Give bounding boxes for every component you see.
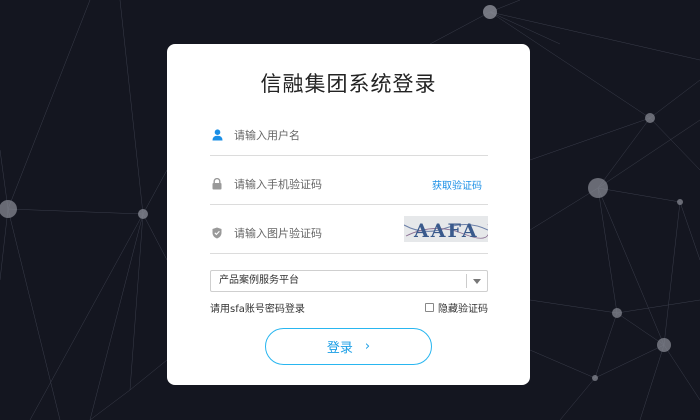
- sms-code-input[interactable]: [234, 173, 424, 195]
- username-input[interactable]: [234, 124, 424, 146]
- select-divider: [466, 274, 467, 288]
- user-icon: [210, 128, 224, 142]
- chevron-down-icon[interactable]: [473, 279, 481, 284]
- get-sms-code-link[interactable]: 获取验证码: [432, 177, 482, 192]
- chevron-right-icon: ›: [364, 339, 371, 354]
- hide-captcha-label: 隐藏验证码: [438, 304, 488, 315]
- captcha-image[interactable]: AAFA: [404, 216, 488, 242]
- hide-captcha-option[interactable]: 隐藏验证码: [425, 300, 488, 315]
- image-code-field-row: AAFA: [210, 216, 488, 254]
- platform-select[interactable]: 产品案例服务平台: [210, 270, 488, 292]
- alt-login-link[interactable]: 请用sfa账号密码登录: [210, 300, 305, 315]
- sms-code-field-row: 获取验证码: [210, 169, 488, 205]
- login-button-label: 登录: [326, 341, 353, 356]
- shield-icon: [210, 226, 224, 240]
- image-code-input[interactable]: [234, 222, 424, 244]
- captcha-text: AAFA: [413, 220, 479, 242]
- username-field-row: [210, 120, 488, 156]
- hide-captcha-checkbox[interactable]: [425, 303, 434, 312]
- platform-select-value: 产品案例服务平台: [219, 275, 299, 286]
- login-card: 信融集团系统登录 获取验证码: [167, 44, 530, 385]
- lock-icon: [210, 177, 224, 191]
- page-title: 信融集团系统登录: [260, 72, 437, 96]
- login-button[interactable]: 登录 ›: [265, 328, 432, 365]
